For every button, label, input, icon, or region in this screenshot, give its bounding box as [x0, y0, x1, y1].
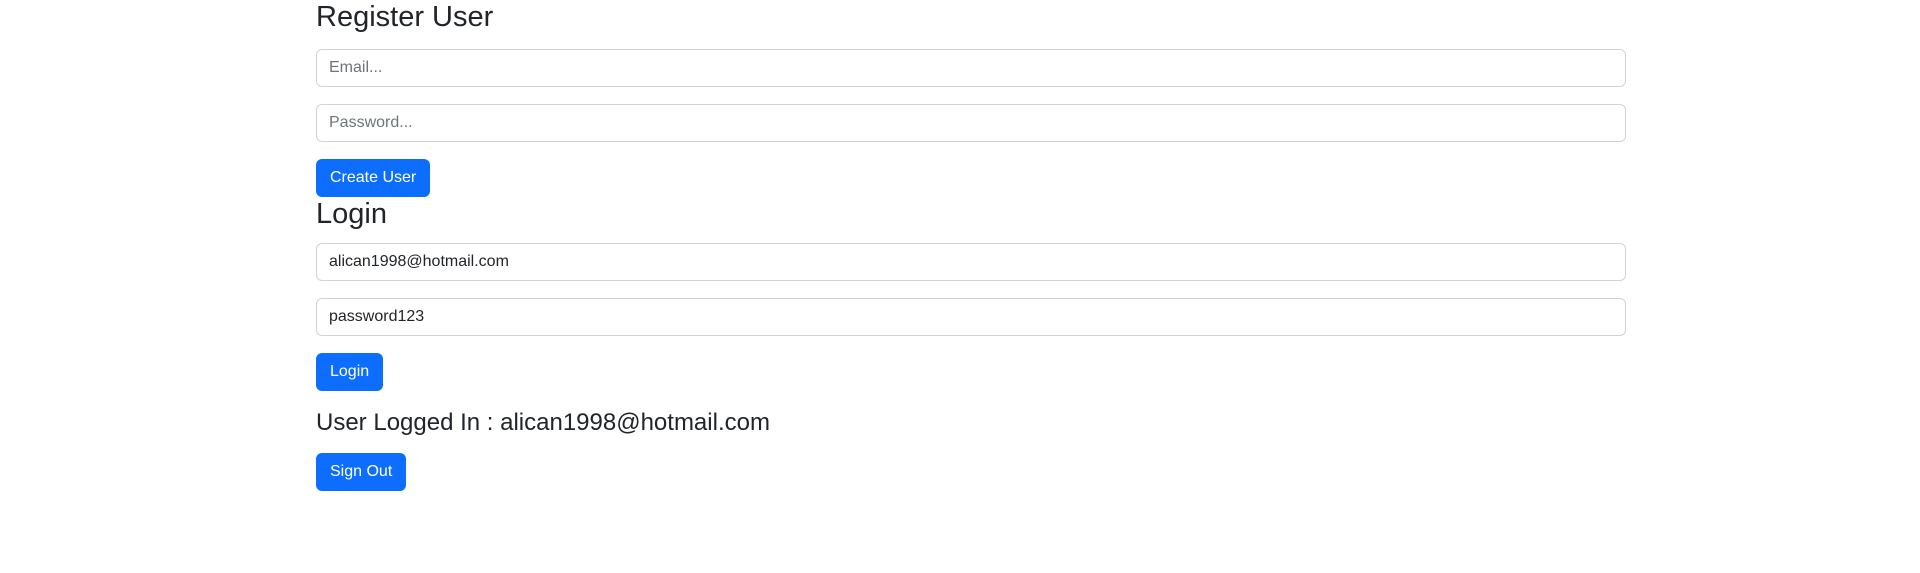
register-section: Register User Create User	[316, 0, 1626, 197]
create-user-button[interactable]: Create User	[316, 159, 431, 197]
login-email-input[interactable]	[316, 243, 1626, 281]
login-status-text: User Logged In : alican1998@hotmail.com	[316, 409, 770, 436]
login-section: Login Login	[316, 197, 1626, 391]
register-title: Register User	[316, 1, 494, 33]
auth-container: Register User Create User Login Login Us…	[316, 0, 1626, 491]
login-password-input[interactable]	[316, 298, 1626, 336]
login-button[interactable]: Login	[316, 353, 384, 391]
session-section: User Logged In : alican1998@hotmail.com …	[316, 407, 1626, 491]
register-password-input[interactable]	[316, 104, 1626, 142]
register-email-input[interactable]	[316, 49, 1626, 87]
sign-out-button[interactable]: Sign Out	[316, 453, 407, 491]
login-title: Login	[316, 198, 387, 230]
